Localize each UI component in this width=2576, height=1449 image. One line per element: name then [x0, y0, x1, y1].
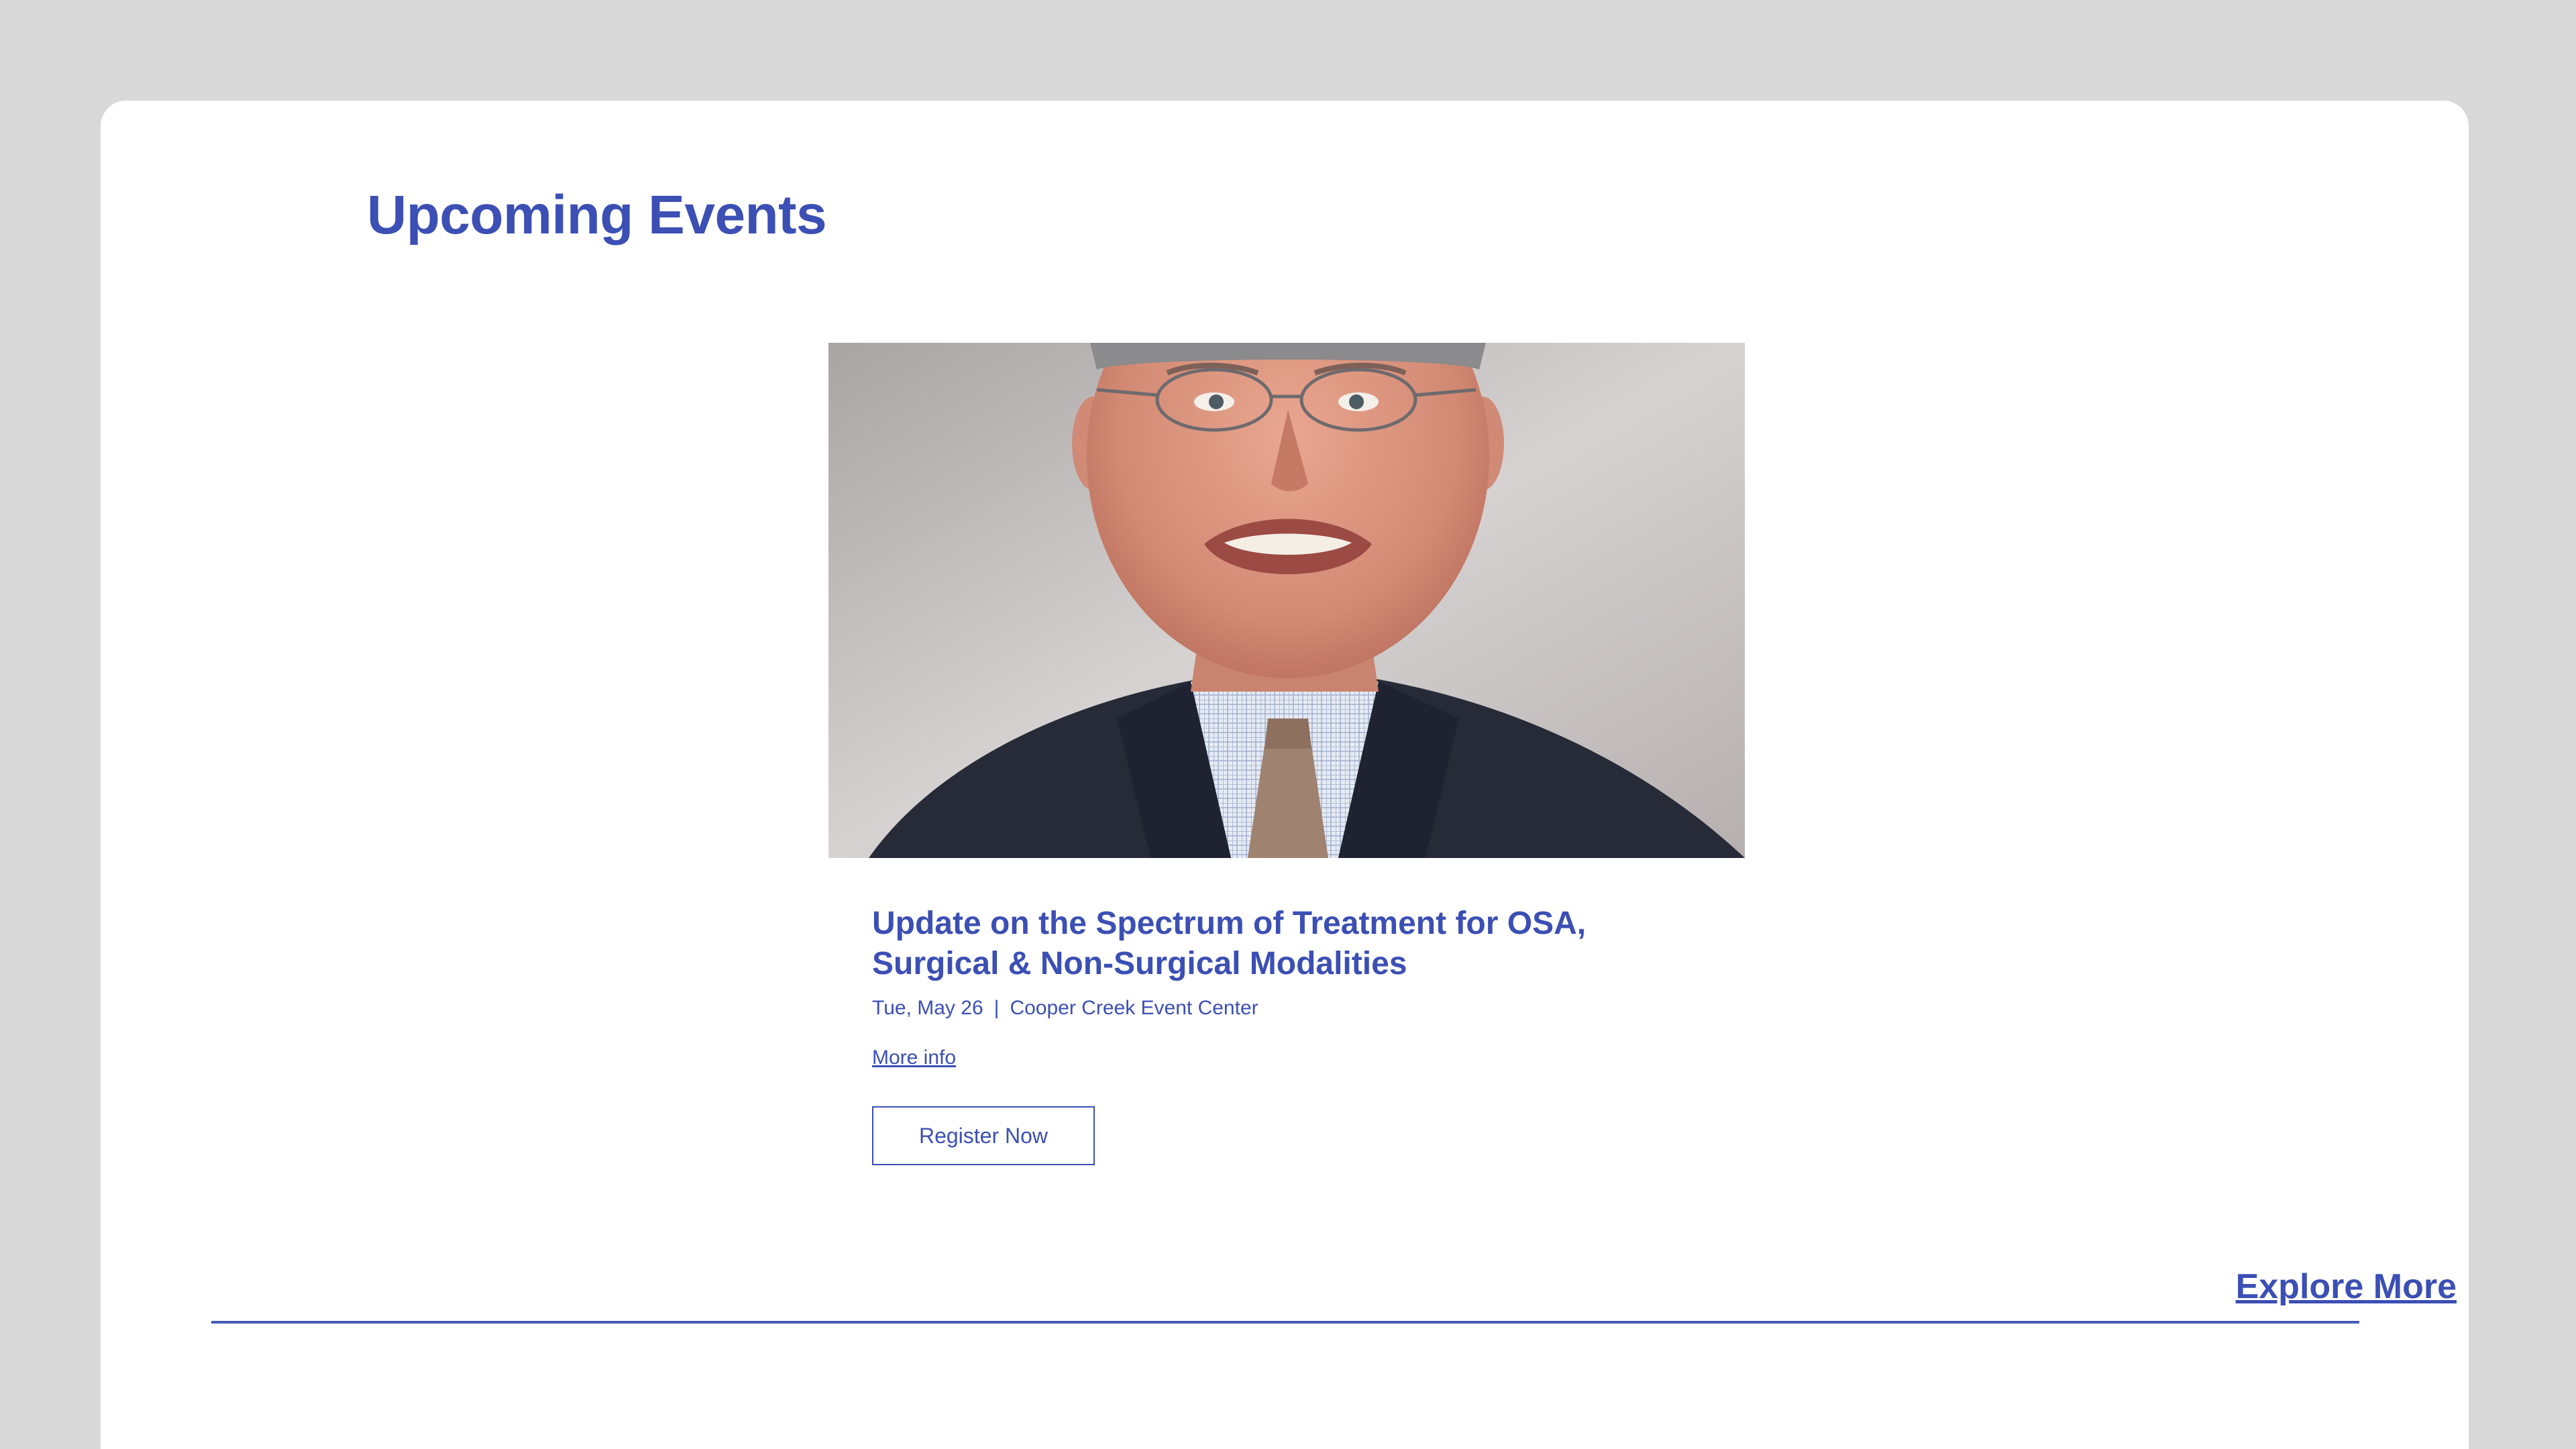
meta-separator: |: [994, 997, 1000, 1019]
section-divider: [211, 1321, 2359, 1324]
event-card: Update on the Spectrum of Treatment for …: [828, 343, 1745, 1165]
event-title[interactable]: Update on the Spectrum of Treatment for …: [872, 904, 1731, 984]
event-speaker-photo[interactable]: [828, 343, 1745, 858]
section-title: Upcoming Events: [367, 184, 827, 246]
event-details: Update on the Spectrum of Treatment for …: [872, 904, 1731, 1165]
event-date: Tue, May 26: [872, 997, 983, 1019]
event-location: Cooper Creek Event Center: [1010, 997, 1258, 1019]
event-title-line-1[interactable]: Update on the Spectrum of Treatment for …: [872, 906, 1586, 941]
register-now-button[interactable]: Register Now: [872, 1106, 1095, 1165]
event-title-line-2[interactable]: Surgical & Non-Surgical Modalities: [872, 946, 1407, 981]
event-meta: Tue, May 26 | Cooper Creek Event Center: [872, 996, 1731, 1020]
more-info-link[interactable]: More info: [872, 1046, 956, 1070]
explore-more-link[interactable]: Explore More: [2236, 1267, 2457, 1307]
